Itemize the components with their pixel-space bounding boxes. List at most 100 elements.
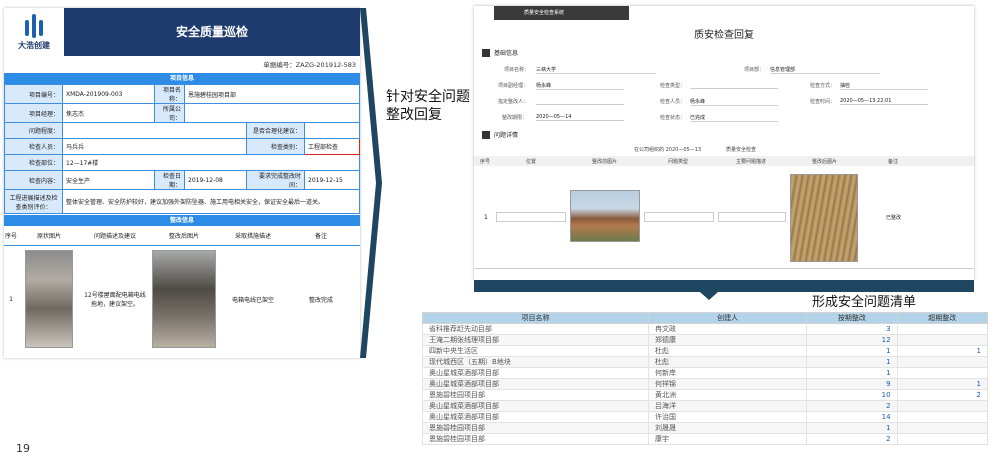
section-detail-icon bbox=[482, 130, 490, 139]
table-row: 奥山星城菜酒部项目部 吕海洋 2 bbox=[422, 400, 988, 412]
value-location: 12—17#楼 bbox=[62, 154, 360, 171]
cell-project: 恩施碧桂园项目部 bbox=[422, 422, 649, 434]
cell-creator: 何新岸 bbox=[647, 367, 808, 379]
value-project-name: 恩施碧桂园项目部 bbox=[184, 84, 360, 104]
cell-overdue bbox=[896, 323, 988, 335]
value-severity bbox=[62, 122, 247, 139]
detail-row-no: 1 bbox=[484, 214, 488, 221]
dcol-before: 整改前图片 bbox=[592, 159, 618, 165]
cell-ontime: 1 bbox=[806, 345, 898, 357]
cell-project: 现代城西区（五期）B地块 bbox=[422, 356, 649, 368]
system-title: 质量安全检查系统 bbox=[494, 6, 629, 20]
project-info-table: 项目编号： XMDA-201909-003 项目名称： 恩施碧桂园项目部 项目经… bbox=[4, 84, 360, 214]
label-date: 检查日期： bbox=[154, 170, 185, 190]
label-category: 检查类别： bbox=[246, 138, 305, 155]
cell-overdue: 2 bbox=[896, 389, 988, 401]
reply-title: 质安检查回复 bbox=[694, 30, 754, 41]
cell-project: 奥山星城菜酒部项目部 bbox=[422, 367, 649, 379]
field-value-vice-manager: 杨永峰 bbox=[536, 82, 624, 90]
reply-panel: 质量安全检查系统 质安检查回复 基础信息 项目名称： 三峡大学 项目部： 信息管… bbox=[474, 6, 974, 280]
field-label-check-mode: 检查方式： bbox=[810, 83, 836, 89]
table-row: 四新中央生活区 杜彪 1 1 bbox=[422, 345, 988, 357]
page-number: 19 bbox=[16, 442, 30, 455]
cell-creator: 许治国 bbox=[647, 411, 808, 423]
section-basic-icon bbox=[482, 48, 490, 57]
table-row: 奥山星城菜酒部项目部 何祥锦 9 1 bbox=[422, 378, 988, 390]
cell-ontime: 1 bbox=[806, 356, 898, 368]
field-label-dept: 项目部： bbox=[744, 67, 765, 73]
cell-overdue bbox=[896, 367, 988, 379]
col-measure: 采取措施描述 bbox=[234, 233, 271, 240]
value-content: 安全生产 bbox=[62, 170, 155, 190]
company-logo: 大浩创建 bbox=[4, 8, 64, 56]
fix-row-no: 1 bbox=[9, 295, 13, 303]
label-inspector: 检查人员： bbox=[4, 138, 63, 155]
detail-table-header: 序号 位置 整改前图片 问题类型 主要问题描述 整改后图片 备注 bbox=[474, 156, 974, 166]
cell-creator: 冉文政 bbox=[647, 323, 808, 335]
label-severity: 问题程度： bbox=[4, 122, 63, 139]
before-photo bbox=[25, 250, 73, 348]
cell-creator: 杜彪 bbox=[647, 356, 808, 368]
cell-ontime: 1 bbox=[806, 422, 898, 434]
fix-row-desc: 12号楼屋面配电箱电线拖地，建议架空。 bbox=[84, 292, 146, 308]
section-basic: 基础信息 bbox=[482, 48, 518, 57]
detail-sub-date: 在公司组织的 2020—05—13 bbox=[634, 147, 702, 153]
inspection-form-panel: 大浩创建 安全质量巡检 单据编号：ZAZG-201912-583 项目信息 项目… bbox=[4, 8, 360, 358]
detail-bottom-line bbox=[474, 268, 974, 269]
label-deadline: 要求完成整改时间： bbox=[246, 170, 305, 190]
detail-sub-type: 质量安全检查 bbox=[726, 147, 757, 153]
field-label-deadline: 整改期限： bbox=[502, 115, 528, 121]
table-row: 恩施碧桂园项目部 黄北洲 10 2 bbox=[422, 389, 988, 401]
cell-creator: 何祥锦 bbox=[647, 378, 808, 390]
cell-project: 王淹二期张线理项目部 bbox=[422, 334, 649, 346]
cell-ontime: 1 bbox=[806, 367, 898, 379]
field-label-inspector: 检查人员： bbox=[660, 99, 686, 105]
field-value-status: 已完成 bbox=[690, 114, 778, 122]
detail-row-remark: 已整改 bbox=[886, 215, 902, 221]
fix-table-header: 序号 原状图片 问题描述及建议 整改后图片 采取措施描述 备注 bbox=[4, 226, 360, 246]
problem-desc-input[interactable] bbox=[718, 212, 786, 222]
doc-number: 单据编号：ZAZG-201912-583 bbox=[263, 61, 356, 69]
cell-project: 恩施碧桂园项目部 bbox=[422, 389, 649, 401]
cell-ontime: 2 bbox=[806, 433, 898, 445]
cell-creator: 杜彪 bbox=[647, 345, 808, 357]
logo-mark-icon bbox=[23, 13, 45, 38]
section-basic-label: 基础信息 bbox=[494, 50, 519, 57]
detail-before-photo bbox=[570, 190, 640, 242]
form-title: 安全质量巡检 bbox=[175, 25, 248, 39]
cell-overdue bbox=[896, 422, 988, 434]
value-progress: 整体安全管理、安全防护较好，建议加强外架防坠器、施工用电相关安全，保证安全最后一… bbox=[62, 189, 360, 214]
label-suggestion: 是否合理化建议： bbox=[246, 122, 305, 139]
logo-text: 大浩创建 bbox=[18, 39, 50, 50]
table-row: 奥山星城菜酒部项目部 许治国 14 bbox=[422, 411, 988, 423]
label-issue-list: 形成安全问题清单 bbox=[812, 295, 917, 310]
cell-project: 恩施碧桂园项目部 bbox=[422, 433, 649, 445]
cell-overdue bbox=[896, 334, 988, 346]
field-value-assignee bbox=[536, 98, 624, 105]
table-row: 现代城西区（五期）B地块 杜彪 1 bbox=[422, 356, 988, 368]
cell-creator: 刘晟晟 bbox=[647, 422, 808, 434]
problem-type-input[interactable] bbox=[644, 212, 714, 222]
cell-project: 奥山星城菜酒部项目部 bbox=[422, 400, 649, 412]
table-row: 恩施碧桂园项目部 刘晟晟 1 bbox=[422, 422, 988, 434]
label-company: 所属公司： bbox=[154, 103, 185, 123]
field-label-assignee: 指定整改人： bbox=[498, 99, 529, 105]
field-label-vice-manager: 项目副经理： bbox=[498, 83, 529, 89]
dcol-type: 问题类型 bbox=[668, 159, 689, 165]
field-label-check-time: 检查时间： bbox=[810, 99, 836, 105]
field-value-deadline: 2020—05—14 bbox=[536, 114, 624, 121]
cell-project: 奥山星城菜酒部项目部 bbox=[422, 378, 649, 390]
value-manager: 焦志杰 bbox=[62, 103, 155, 123]
th-ontime: 按期整改 bbox=[806, 312, 898, 324]
label-manager: 项目经理： bbox=[4, 103, 63, 123]
th-creator: 创建人 bbox=[647, 312, 808, 324]
label-location: 检查部位： bbox=[4, 154, 63, 171]
field-label-status: 检查状态： bbox=[660, 115, 686, 121]
position-input[interactable] bbox=[496, 212, 566, 222]
col-before-photo: 原状图片 bbox=[36, 233, 61, 240]
label-project-name: 项目名称： bbox=[154, 84, 185, 104]
dcol-after: 整改后图片 bbox=[812, 159, 838, 165]
cell-creator: 郑德康 bbox=[647, 334, 808, 346]
cell-ontime: 2 bbox=[806, 400, 898, 412]
value-company bbox=[184, 103, 360, 123]
